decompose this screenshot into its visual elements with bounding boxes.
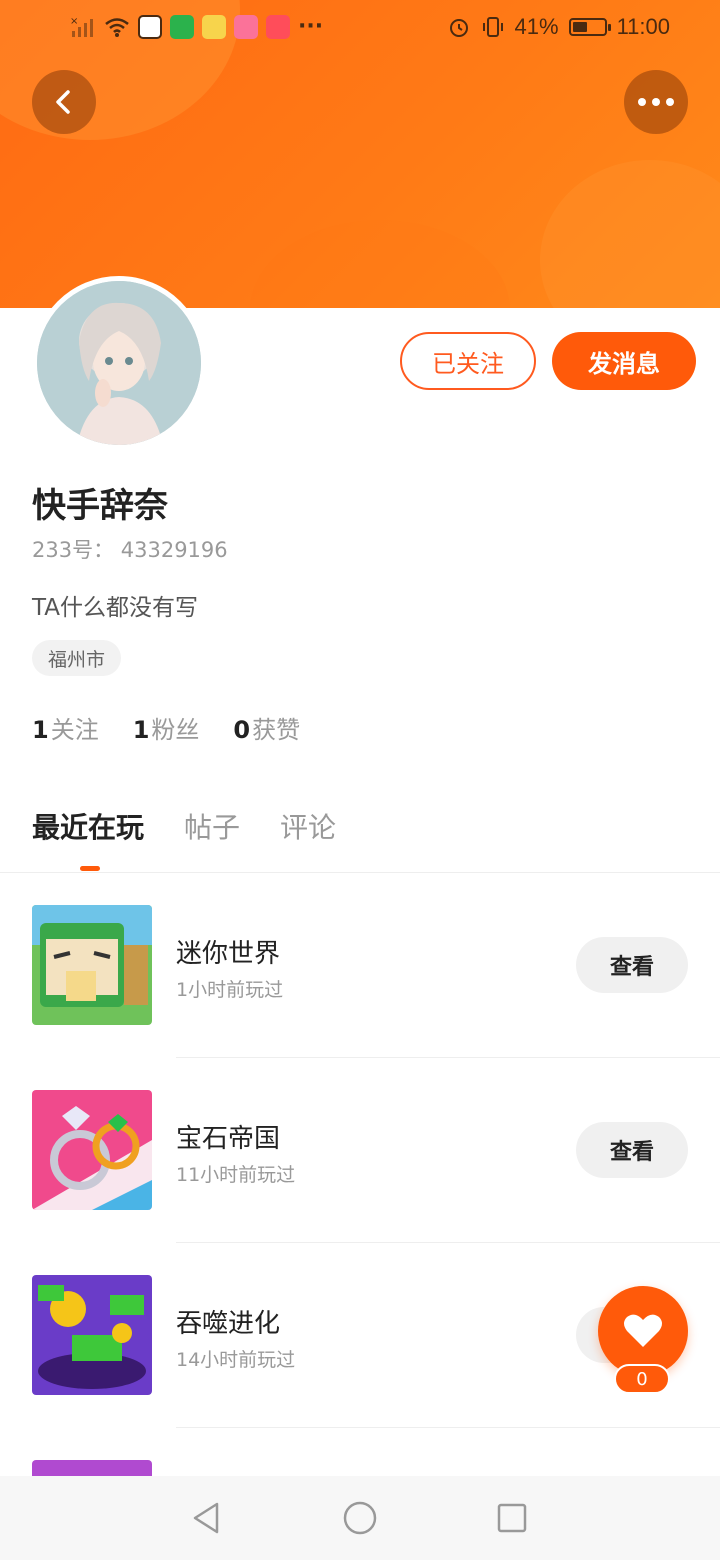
- nav-home-button[interactable]: [340, 1498, 380, 1538]
- view-game-button[interactable]: 查看: [576, 1122, 688, 1178]
- tab-posts[interactable]: 帖子: [184, 806, 240, 846]
- stat-following[interactable]: 1关注: [32, 710, 99, 745]
- banner-decoration: [250, 220, 510, 308]
- nav-recents-button[interactable]: [492, 1498, 532, 1538]
- game-icon: [32, 905, 152, 1025]
- app-notification-icon: [138, 14, 162, 39]
- stat-label: 获赞: [252, 716, 301, 744]
- following-button[interactable]: 已关注: [400, 332, 536, 390]
- app-notification-icon: [234, 14, 258, 39]
- list-item[interactable]: 迷你世界 1小时前玩过 查看: [0, 873, 720, 1058]
- nav-back-button[interactable]: [186, 1498, 226, 1538]
- banner-decoration: [540, 160, 720, 308]
- stat-number: 1: [132, 716, 150, 744]
- stat-followers[interactable]: 1粉丝: [133, 710, 200, 745]
- like-count-badge: 0: [614, 1364, 670, 1394]
- tab-comments[interactable]: 评论: [280, 806, 336, 846]
- triangle-back-icon: [193, 1502, 219, 1534]
- svg-text:×: ×: [70, 16, 78, 27]
- circle-home-icon: [343, 1501, 377, 1535]
- recent-games-list: 迷你世界 1小时前玩过 查看 宝石帝国 11小时前玩过 查看 吞噬进化 14小时…: [0, 873, 720, 1560]
- battery-icon: [568, 18, 611, 36]
- game-icon: [32, 1275, 152, 1395]
- battery-percent: 41%: [514, 14, 559, 39]
- wifi-icon: [105, 17, 129, 37]
- profile-bio: TA什么都没有写: [32, 595, 198, 621]
- view-game-button[interactable]: 查看: [576, 937, 688, 993]
- heart-icon: [624, 1314, 662, 1347]
- stat-likes[interactable]: 0获赞: [233, 710, 300, 745]
- profile-nickname: 快手辞奈: [32, 486, 168, 526]
- chevron-left-icon: [56, 90, 70, 114]
- send-message-button[interactable]: 发消息: [552, 332, 696, 390]
- back-button[interactable]: [32, 70, 96, 134]
- profile-uid: 233号： 43329196: [32, 538, 228, 562]
- stat-label: 关注: [50, 716, 99, 744]
- game-name: 吞噬进化: [176, 1309, 281, 1339]
- app-notification-icon: [170, 14, 194, 39]
- game-last-played: 14小时前玩过: [176, 1349, 296, 1371]
- game-last-played: 1小时前玩过: [176, 979, 284, 1001]
- profile-tabs: 最近在玩 帖子 评论: [32, 806, 336, 846]
- status-right-icons: 41% 11:00: [447, 14, 670, 40]
- app-notification-icon: [202, 14, 226, 39]
- signal-icon: ×: [70, 16, 93, 37]
- alarm-icon: [449, 19, 468, 37]
- status-bar: × ··· 41% 11:00: [0, 0, 720, 56]
- game-name: 宝石帝国: [176, 1124, 281, 1154]
- game-last-played: 11小时前玩过: [176, 1164, 296, 1186]
- status-left-icons: × ···: [70, 14, 323, 39]
- more-dots-icon: [638, 98, 674, 106]
- system-nav-bar: [0, 1476, 720, 1560]
- location-tag: 福州市: [32, 640, 122, 676]
- stat-number: 1: [32, 716, 49, 744]
- active-tab-indicator: [80, 866, 100, 871]
- game-icon: [32, 1090, 152, 1210]
- stat-number: 0: [233, 716, 251, 744]
- more-options-button[interactable]: [624, 70, 688, 134]
- game-name: 迷你世界: [176, 939, 281, 969]
- app-notification-icon: [266, 14, 290, 39]
- like-floating-button[interactable]: [598, 1286, 688, 1376]
- vibrate-icon: [482, 17, 503, 37]
- clock: 11:00: [616, 14, 670, 39]
- profile-stats: 1关注 1粉丝 0获赞: [32, 710, 300, 745]
- tab-recently-played[interactable]: 最近在玩: [32, 806, 144, 846]
- list-item[interactable]: 宝石帝国 11小时前玩过 查看: [0, 1058, 720, 1243]
- square-recents-icon: [497, 1503, 527, 1533]
- stat-label: 粉丝: [151, 716, 200, 744]
- avatar-image: [37, 281, 201, 445]
- avatar[interactable]: [32, 276, 206, 450]
- more-notifications-icon: ···: [298, 14, 324, 39]
